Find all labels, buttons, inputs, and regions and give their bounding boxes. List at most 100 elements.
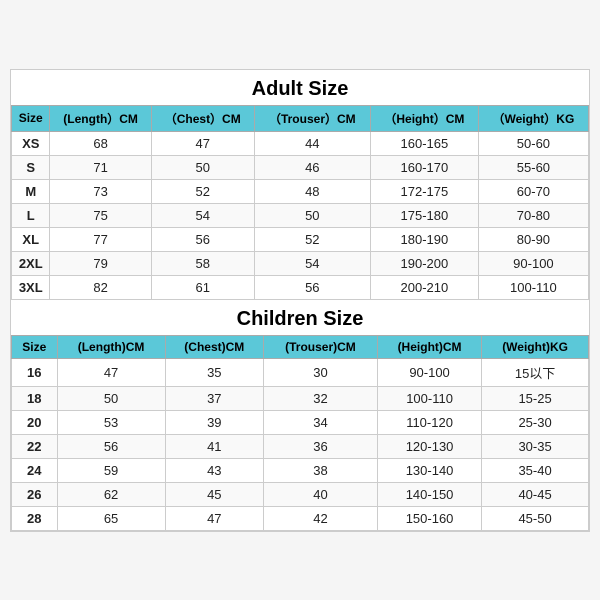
table-cell: 50 xyxy=(151,155,254,179)
table-cell: 15以下 xyxy=(482,358,589,386)
table-cell: L xyxy=(12,203,50,227)
table-cell: 30-35 xyxy=(482,434,589,458)
children-size-table: Size(Length)CM(Chest)CM(Trouser)CM(Heigh… xyxy=(11,335,589,531)
adult-header-cell: （Chest）CM xyxy=(151,105,254,131)
table-cell: 90-100 xyxy=(377,358,481,386)
table-cell: 50 xyxy=(254,203,370,227)
table-cell: 20 xyxy=(12,410,58,434)
table-cell: 24 xyxy=(12,458,58,482)
children-table-body: 1647353090-10015以下18503732100-11015-2520… xyxy=(12,358,589,530)
table-cell: 53 xyxy=(57,410,165,434)
table-cell: 73 xyxy=(50,179,151,203)
table-cell: 82 xyxy=(50,275,151,299)
table-cell: 38 xyxy=(263,458,377,482)
adult-size-title: Adult Size xyxy=(11,70,589,105)
table-cell: 130-140 xyxy=(377,458,481,482)
table-cell: 25-30 xyxy=(482,410,589,434)
adult-header-row: Size(Length）CM（Chest）CM（Trouser）CM（Heigh… xyxy=(12,105,589,131)
table-cell: 100-110 xyxy=(478,275,588,299)
table-cell: 26 xyxy=(12,482,58,506)
table-row: 28654742150-16045-50 xyxy=(12,506,589,530)
table-cell: 61 xyxy=(151,275,254,299)
table-cell: 45 xyxy=(165,482,263,506)
table-cell: 35 xyxy=(165,358,263,386)
table-cell: 47 xyxy=(57,358,165,386)
table-cell: 30 xyxy=(263,358,377,386)
table-cell: 15-25 xyxy=(482,386,589,410)
table-cell: 160-170 xyxy=(370,155,478,179)
table-cell: 120-130 xyxy=(377,434,481,458)
children-header-cell: (Chest)CM xyxy=(165,335,263,358)
table-cell: 71 xyxy=(50,155,151,179)
children-header-row: Size(Length)CM(Chest)CM(Trouser)CM(Heigh… xyxy=(12,335,589,358)
table-cell: 45-50 xyxy=(482,506,589,530)
table-cell: 110-120 xyxy=(377,410,481,434)
table-cell: 34 xyxy=(263,410,377,434)
table-cell: 54 xyxy=(151,203,254,227)
table-cell: S xyxy=(12,155,50,179)
table-cell: 52 xyxy=(151,179,254,203)
table-cell: 40 xyxy=(263,482,377,506)
adult-header-cell: （Height）CM xyxy=(370,105,478,131)
table-cell: 55-60 xyxy=(478,155,588,179)
table-cell: 54 xyxy=(254,251,370,275)
size-chart: Adult Size Size(Length）CM（Chest）CM（Trous… xyxy=(10,69,590,532)
table-cell: 77 xyxy=(50,227,151,251)
table-cell: 65 xyxy=(57,506,165,530)
table-cell: 150-160 xyxy=(377,506,481,530)
table-cell: 36 xyxy=(263,434,377,458)
table-row: S715046160-17055-60 xyxy=(12,155,589,179)
table-cell: 18 xyxy=(12,386,58,410)
table-cell: 2XL xyxy=(12,251,50,275)
table-cell: 50 xyxy=(57,386,165,410)
table-cell: 200-210 xyxy=(370,275,478,299)
table-row: L755450175-18070-80 xyxy=(12,203,589,227)
table-cell: 60-70 xyxy=(478,179,588,203)
adult-header-cell: （Trouser）CM xyxy=(254,105,370,131)
table-cell: 80-90 xyxy=(478,227,588,251)
table-cell: 56 xyxy=(57,434,165,458)
table-cell: 56 xyxy=(151,227,254,251)
table-cell: XL xyxy=(12,227,50,251)
table-cell: 90-100 xyxy=(478,251,588,275)
table-row: 24594338130-14035-40 xyxy=(12,458,589,482)
children-header-cell: (Length)CM xyxy=(57,335,165,358)
table-cell: 40-45 xyxy=(482,482,589,506)
table-cell: 22 xyxy=(12,434,58,458)
table-cell: 48 xyxy=(254,179,370,203)
table-cell: 56 xyxy=(254,275,370,299)
table-cell: 42 xyxy=(263,506,377,530)
adult-header-cell: （Weight）KG xyxy=(478,105,588,131)
children-header-cell: (Height)CM xyxy=(377,335,481,358)
table-cell: 59 xyxy=(57,458,165,482)
table-cell: 75 xyxy=(50,203,151,227)
children-size-title: Children Size xyxy=(11,300,589,335)
table-cell: 58 xyxy=(151,251,254,275)
table-cell: M xyxy=(12,179,50,203)
table-cell: 16 xyxy=(12,358,58,386)
table-row: 1647353090-10015以下 xyxy=(12,358,589,386)
table-cell: 160-165 xyxy=(370,131,478,155)
table-row: 3XL826156200-210100-110 xyxy=(12,275,589,299)
table-cell: 79 xyxy=(50,251,151,275)
table-row: XS684744160-16550-60 xyxy=(12,131,589,155)
table-cell: 44 xyxy=(254,131,370,155)
table-cell: 172-175 xyxy=(370,179,478,203)
table-cell: 47 xyxy=(165,506,263,530)
table-cell: 41 xyxy=(165,434,263,458)
table-row: 26624540140-15040-45 xyxy=(12,482,589,506)
table-cell: 68 xyxy=(50,131,151,155)
table-row: M735248172-17560-70 xyxy=(12,179,589,203)
table-cell: XS xyxy=(12,131,50,155)
table-cell: 100-110 xyxy=(377,386,481,410)
table-cell: 70-80 xyxy=(478,203,588,227)
table-cell: 37 xyxy=(165,386,263,410)
table-cell: 140-150 xyxy=(377,482,481,506)
table-cell: 190-200 xyxy=(370,251,478,275)
adult-header-cell: Size xyxy=(12,105,50,131)
table-cell: 46 xyxy=(254,155,370,179)
table-cell: 180-190 xyxy=(370,227,478,251)
adult-header-cell: (Length）CM xyxy=(50,105,151,131)
children-header-cell: Size xyxy=(12,335,58,358)
table-cell: 50-60 xyxy=(478,131,588,155)
